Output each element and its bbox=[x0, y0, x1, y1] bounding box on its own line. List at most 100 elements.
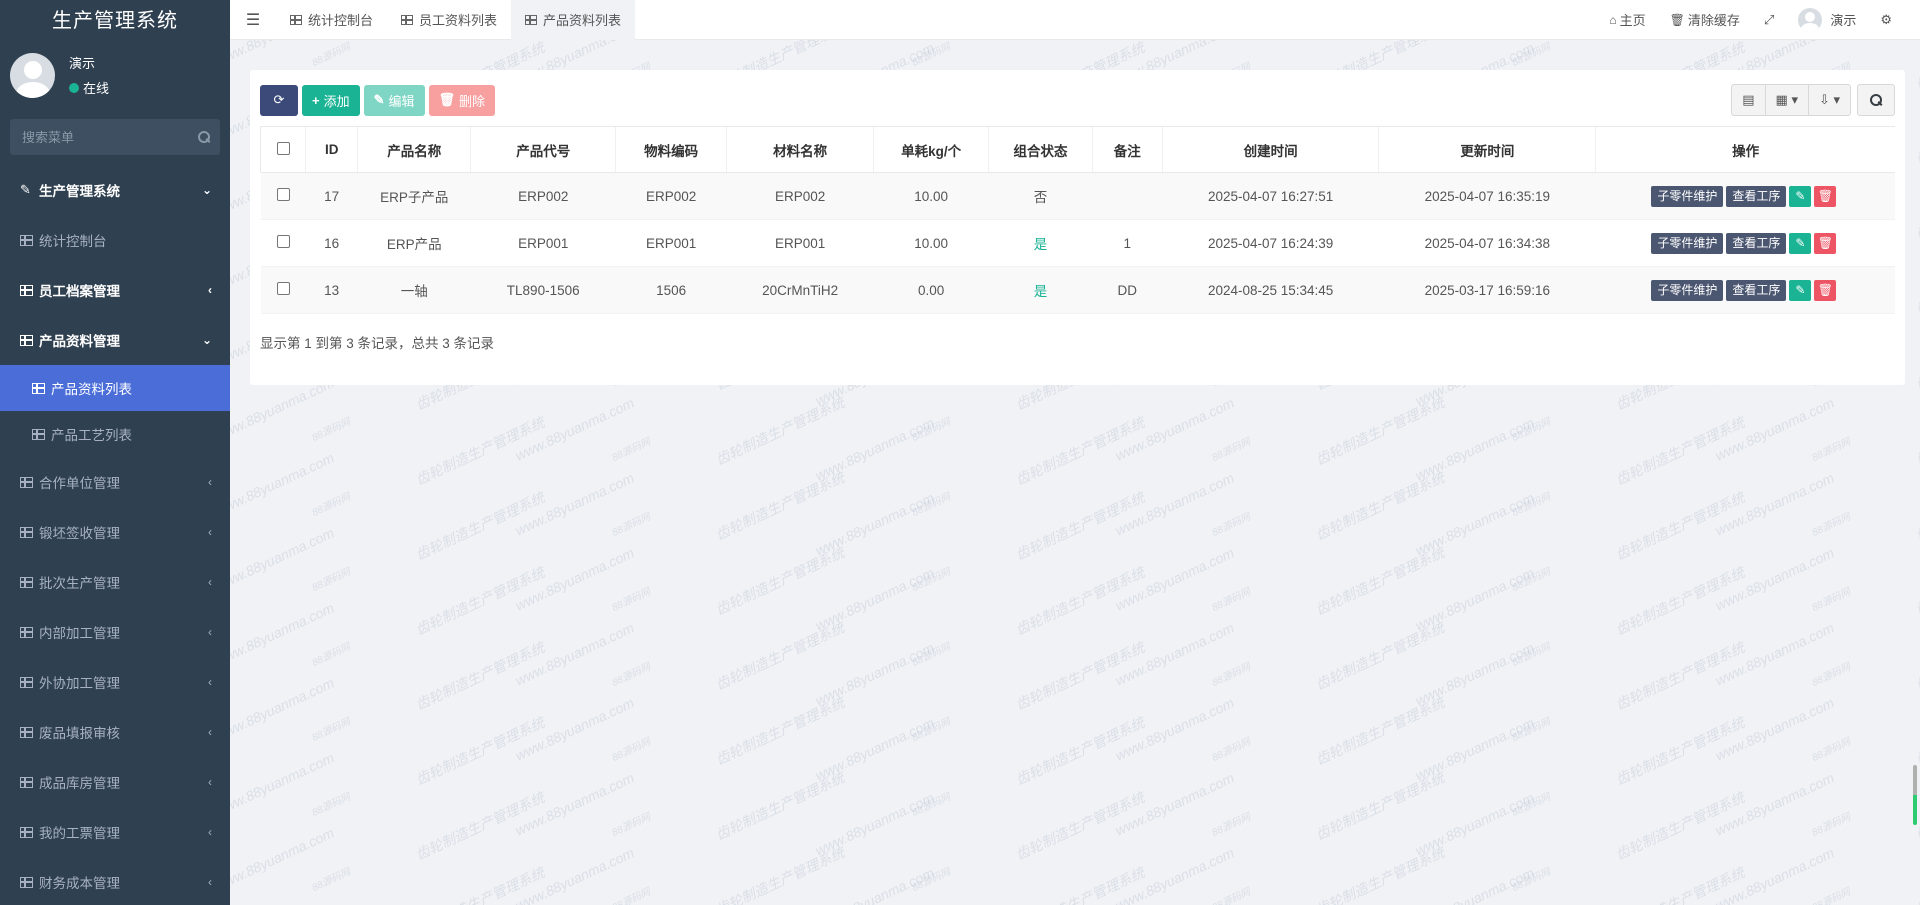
sidebar-item[interactable]: 我的工票管理 ‹ bbox=[0, 807, 230, 857]
watermark-text: 88源码网 bbox=[1510, 716, 1553, 744]
chevron-left-icon: ‹ bbox=[208, 475, 212, 489]
page-tab[interactable]: 员工资料列表 bbox=[387, 0, 511, 40]
watermark-text: 88源码网 bbox=[610, 436, 653, 464]
row-checkbox[interactable] bbox=[276, 188, 290, 201]
column-header[interactable]: 单耗kg/个 bbox=[872, 126, 989, 173]
column-header[interactable]: 物料编码 bbox=[614, 126, 727, 173]
row-delete-button[interactable]: 🗑 bbox=[1814, 232, 1837, 254]
home-button[interactable]: ⌂ 主页 bbox=[1597, 0, 1657, 40]
view-process-button[interactable]: 查看工序 bbox=[1726, 185, 1787, 207]
cell-name: ERP子产品 bbox=[357, 172, 471, 220]
search-icon[interactable] bbox=[198, 131, 210, 143]
columns-icon: ▦ ▾ bbox=[1775, 92, 1798, 107]
cell-code: TL890-1506 bbox=[470, 266, 616, 314]
sidebar-item[interactable]: 批次生产管理 ‹ bbox=[0, 557, 230, 607]
sidebar: 生产管理系统 演示 在线 ✎ 生产管理系统 ⌄ 统计控制台员工档案管理 ‹ 产品资料管理 ⌄… bbox=[0, 0, 230, 905]
sub-parts-button[interactable]: 子零件维护 bbox=[1651, 232, 1724, 254]
row-delete-button[interactable]: 🗑 bbox=[1814, 185, 1837, 207]
menu-toggle-icon[interactable]: ☰ bbox=[230, 0, 276, 40]
pencil-icon: ✎ bbox=[1795, 188, 1806, 203]
row-edit-button[interactable]: ✎ bbox=[1789, 185, 1812, 207]
watermark-text: 88源码网 bbox=[610, 661, 653, 689]
refresh-button[interactable]: ⟳ bbox=[260, 84, 298, 116]
cell-combo: 是 bbox=[988, 219, 1093, 267]
delete-button[interactable]: 🗑 删除 bbox=[428, 84, 496, 116]
cell-consumption: 10.00 bbox=[873, 172, 989, 220]
watermark-text: 88源码网 bbox=[310, 641, 353, 669]
menu-search-input[interactable] bbox=[22, 129, 198, 145]
cell-combo: 否 bbox=[988, 172, 1093, 220]
watermark-text: www.88yuanma.com bbox=[1712, 544, 1837, 614]
watermark-text: 齿轮制造生产管理系统 bbox=[1913, 619, 1920, 693]
toggle-view-button[interactable]: ▤ bbox=[1732, 85, 1766, 115]
page-tab[interactable]: 统计控制台 bbox=[276, 0, 387, 40]
sidebar-item[interactable]: 产品资料列表 bbox=[0, 365, 230, 411]
edit-button[interactable]: ✎ 编辑 bbox=[363, 84, 425, 116]
avatar[interactable] bbox=[10, 52, 55, 98]
delete-label: 删除 bbox=[459, 93, 486, 109]
watermark-text: www.88yuanma.com bbox=[230, 749, 337, 819]
column-header[interactable]: 操作 bbox=[1595, 126, 1895, 173]
row-checkbox[interactable] bbox=[276, 282, 290, 295]
sidebar-item[interactable]: 内部加工管理 ‹ bbox=[0, 607, 230, 657]
view-process-button[interactable]: 查看工序 bbox=[1726, 279, 1787, 301]
column-header[interactable]: ID bbox=[305, 126, 358, 173]
sidebar-item[interactable]: 产品工艺列表 bbox=[0, 411, 230, 457]
sub-parts-button[interactable]: 子零件维护 bbox=[1651, 185, 1724, 207]
sidebar-item[interactable]: 废品填报审核 ‹ bbox=[0, 707, 230, 757]
watermark-text: 88源码网 bbox=[1810, 511, 1853, 539]
sidebar-item[interactable]: 产品资料管理 ⌄ bbox=[0, 315, 230, 365]
table-row[interactable]: 16 ERP产品 ERP001 ERP001 ERP001 10.00 是 1 2025-04-… bbox=[260, 219, 1895, 267]
settings-button[interactable]: ⚙ bbox=[1868, 0, 1904, 40]
sidebar-item[interactable]: 外协加工管理 ‹ bbox=[0, 657, 230, 707]
watermark-text: 88源码网 bbox=[1810, 586, 1853, 614]
row-delete-button[interactable]: 🗑 bbox=[1814, 279, 1837, 301]
column-header[interactable]: 更新时间 bbox=[1378, 126, 1596, 173]
sidebar-item[interactable]: 成品库房管理 ‹ bbox=[0, 757, 230, 807]
home-label: 主页 bbox=[1619, 13, 1646, 28]
sidebar-item[interactable]: 员工档案管理 ‹ bbox=[0, 265, 230, 315]
column-header[interactable]: 备注 bbox=[1091, 126, 1163, 173]
header-right: ⌂ 主页 🗑 清除缓存 ⤢ 演示 ⚙ bbox=[1597, 0, 1920, 40]
sub-parts-button[interactable]: 子零件维护 bbox=[1651, 279, 1724, 301]
row-edit-button[interactable]: ✎ bbox=[1789, 232, 1812, 254]
column-header[interactable]: 产品代号 bbox=[470, 126, 616, 173]
column-header[interactable]: 组合状态 bbox=[988, 126, 1093, 173]
view-process-button[interactable]: 查看工序 bbox=[1726, 232, 1787, 254]
chevron-left-icon: ‹ bbox=[208, 525, 212, 539]
export-button[interactable]: ⇩ ▾ bbox=[1809, 85, 1850, 115]
watermark-text: www.88yuanma.com bbox=[230, 524, 337, 594]
sidebar-item[interactable]: 财务成本管理 ‹ bbox=[0, 857, 230, 905]
sidebar-item[interactable]: 合作单位管理 ‹ bbox=[0, 457, 230, 507]
scroll-indicator[interactable] bbox=[1913, 765, 1917, 825]
table-search-button[interactable] bbox=[1857, 84, 1895, 116]
watermark-text: www.88yuanma.com bbox=[1412, 714, 1537, 784]
add-button[interactable]: + 添加 bbox=[302, 84, 360, 116]
watermark-text: 88源码网 bbox=[310, 566, 353, 594]
watermark-text: 88源码网 bbox=[1510, 866, 1553, 894]
clear-cache-button[interactable]: 🗑 清除缓存 bbox=[1658, 0, 1752, 40]
table-row[interactable]: 17 ERP子产品 ERP002 ERP002 ERP002 10.00 否 2025-04-… bbox=[260, 172, 1895, 220]
row-edit-button[interactable]: ✎ bbox=[1789, 279, 1812, 301]
user-menu[interactable]: 演示 bbox=[1786, 0, 1868, 40]
watermark-text: www.88yuanma.com bbox=[1112, 469, 1237, 539]
watermark-text: 齿轮制造生产管理系统 bbox=[413, 864, 547, 905]
column-header[interactable]: 产品名称 bbox=[356, 126, 471, 173]
watermark-text: 齿轮制造生产管理系统 bbox=[413, 564, 547, 638]
table-row[interactable]: 13 一轴 TL890-1506 1506 20CrMnTiH2 0.00 是 DD 2024-… bbox=[260, 266, 1895, 314]
row-select-cell bbox=[260, 219, 306, 267]
watermark-text: 88源码网 bbox=[1210, 736, 1253, 764]
sidebar-item[interactable]: 锻坯签收管理 ‹ bbox=[0, 507, 230, 557]
sidebar-item[interactable]: 统计控制台 bbox=[0, 215, 230, 265]
column-header[interactable]: 创建时间 bbox=[1161, 126, 1379, 173]
column-header[interactable]: 材料名称 bbox=[726, 126, 874, 173]
columns-button[interactable]: ▦ ▾ bbox=[1766, 85, 1809, 115]
chevron-left-icon: ‹ bbox=[208, 575, 212, 589]
sidebar-item[interactable]: ✎ 生产管理系统 ⌄ bbox=[0, 165, 230, 215]
select-all-checkbox[interactable] bbox=[276, 141, 290, 155]
grid-icon bbox=[20, 726, 33, 738]
fullscreen-button[interactable]: ⤢ bbox=[1752, 0, 1786, 40]
row-checkbox[interactable] bbox=[276, 235, 290, 248]
page-tab[interactable]: 产品资料列表 bbox=[511, 0, 636, 40]
watermark-text: 齿轮制造生产管理系统 bbox=[1613, 414, 1747, 488]
